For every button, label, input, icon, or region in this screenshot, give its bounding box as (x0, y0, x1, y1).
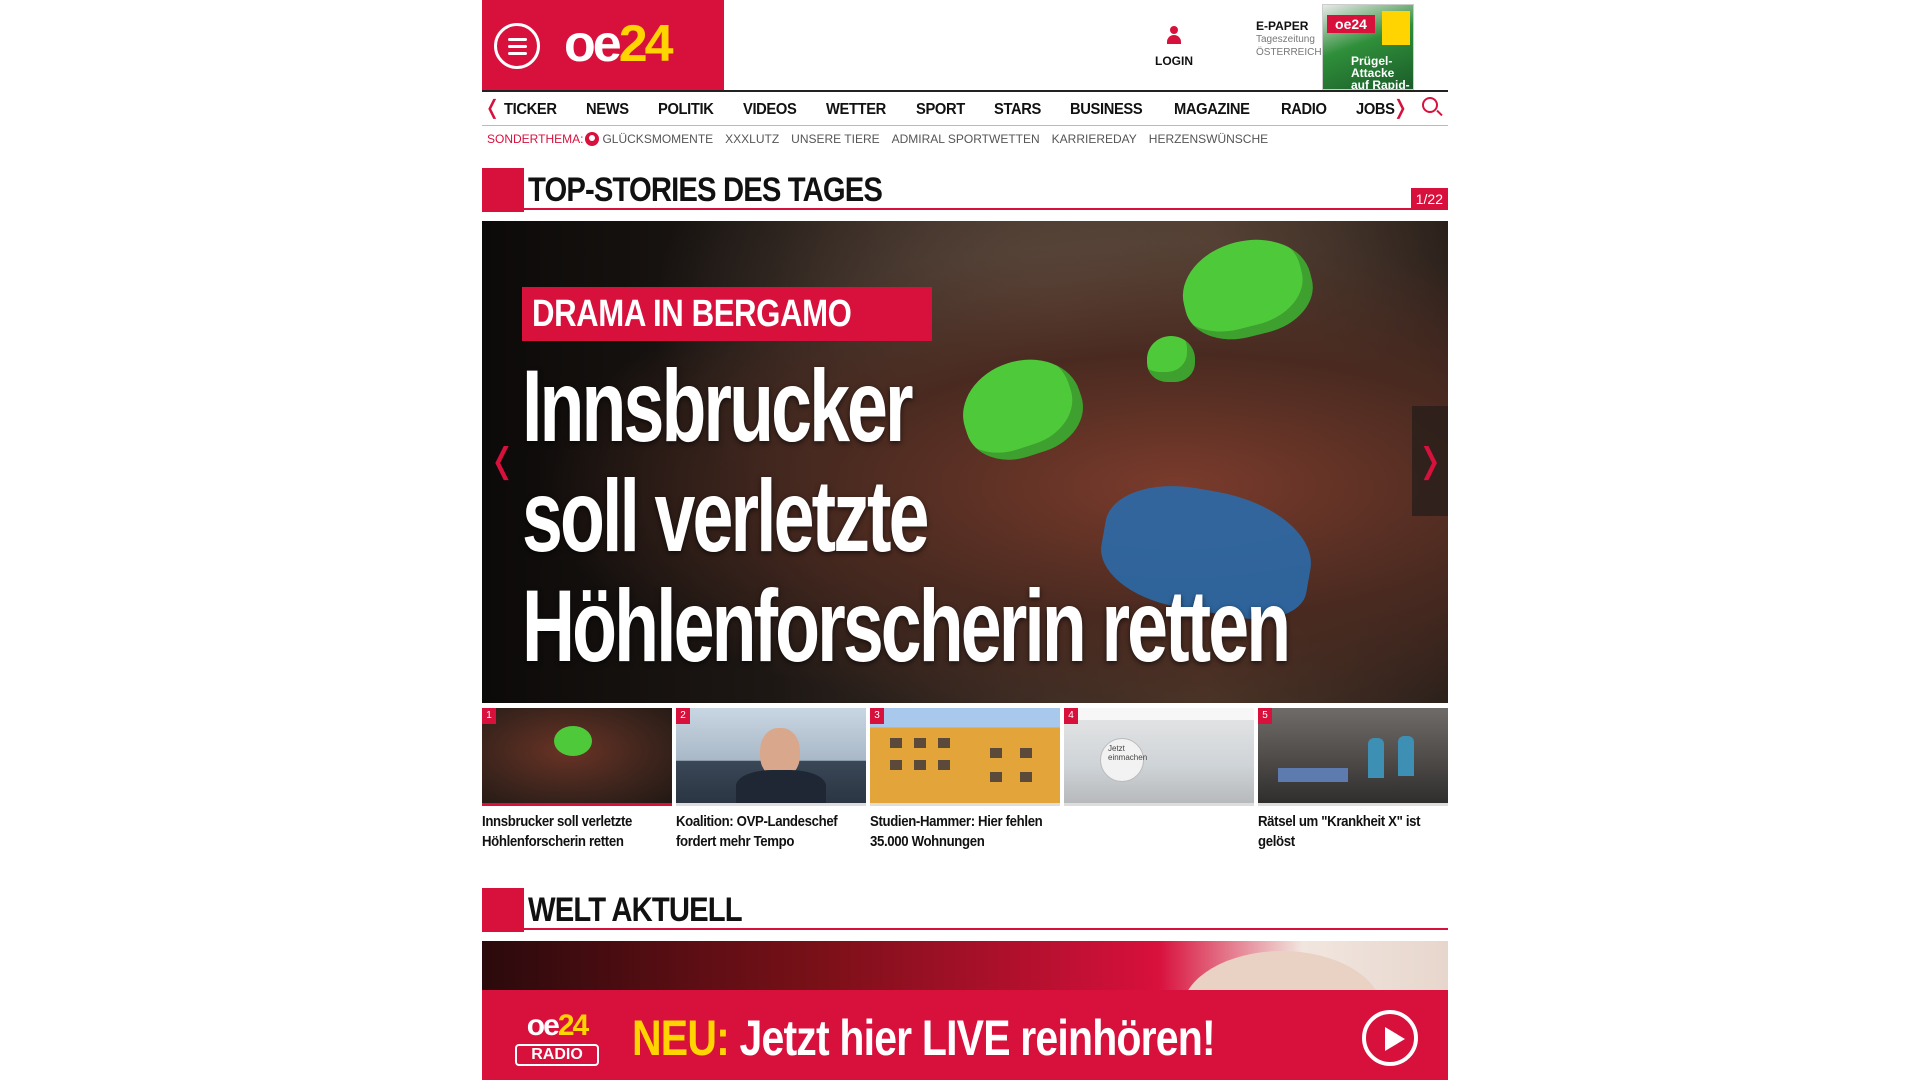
hero-headline-line: Höhlenforscherin retten (522, 569, 1291, 683)
main-navigation: ❬ TICKER NEWS POLITIK VIDEOS WETTER SPOR… (482, 90, 1448, 126)
section-marker (482, 888, 524, 932)
top-stories-header: TOP-STORIES DES TAGES 1/22 (482, 168, 1448, 212)
story-thumbnail[interactable]: Jetzt einmachen 4 (1064, 708, 1254, 812)
thumbnail-image: Jetzt einmachen 4 (1064, 708, 1254, 803)
story-thumbnail[interactable]: 5 Rätsel um "Krankheit X" ist gelöst (1258, 708, 1448, 852)
section-title: WELT AKTUELL (528, 891, 743, 929)
thumbnail-image: 2 (676, 708, 866, 803)
slide-counter: 1/22 (1410, 188, 1448, 210)
epaper-cover-teaser (1382, 11, 1410, 45)
special-topics-bar: SONDERTHEMA: GLÜCKSMOMENTE XXXLUTZ UNSER… (487, 130, 1280, 148)
radio-banner-text: NEU: Jetzt hier LIVE reinhören! (632, 1010, 1216, 1066)
thumbnail-image: 1 (482, 708, 672, 803)
chevron-right-icon[interactable]: ❭ (1392, 96, 1409, 120)
topic-karriereday[interactable]: KARRIEREDAY (1052, 132, 1137, 146)
story-thumbnails: 1 Innsbrucker soll verletzte Höhlenforsc… (482, 708, 1448, 858)
hero-headline[interactable]: Innsbrucker soll verletzte Höhlenforsche… (522, 351, 1442, 681)
epaper-title: E-PAPER (1256, 19, 1309, 33)
page: oe24 LOGIN E-PAPER Tageszeitung ÖSTERREI… (482, 0, 1448, 1080)
topic-gluecksmomente[interactable]: GLÜCKSMOMENTE (602, 132, 713, 146)
active-indicator (482, 803, 672, 806)
chevron-left-icon[interactable]: ❬ (484, 96, 501, 120)
thumbnail-number: 3 (870, 708, 884, 724)
nav-item-ticker[interactable]: TICKER (504, 100, 557, 120)
logo-area: oe24 (482, 0, 724, 90)
thumbnail-image-text: Jetzt einmachen (1108, 744, 1148, 762)
epaper-cover-headline: Prügel-Attacke auf Rapid-Star (1351, 54, 1410, 90)
heart-badge-icon (585, 132, 600, 146)
site-logo[interactable]: oe24 (564, 14, 674, 74)
user-icon (1165, 26, 1183, 46)
epaper-link[interactable]: E-PAPER Tageszeitung ÖSTERREICH (1256, 19, 1322, 59)
section-marker (482, 168, 524, 212)
hero-story[interactable]: DRAMA IN BERGAMO Innsbrucker soll verlet… (482, 221, 1448, 703)
slider-next-icon[interactable]: ❭ (1412, 406, 1448, 516)
hamburger-menu-icon[interactable] (494, 23, 540, 69)
hero-kicker: DRAMA IN BERGAMO (522, 287, 932, 341)
story-thumbnail[interactable]: 2 Koalition: OVP-Landeschef fordert mehr… (676, 708, 866, 852)
section-title: TOP-STORIES DES TAGES (528, 171, 883, 209)
section-rule (524, 208, 1448, 210)
nav-item-stars[interactable]: STARS (994, 100, 1041, 120)
thumbnail-number: 4 (1064, 708, 1078, 724)
thumbnail-number: 1 (482, 708, 496, 724)
welt-aktuell-lead-image[interactable] (482, 941, 1448, 991)
hero-image-helmet (1172, 226, 1322, 351)
topic-xxxlutz[interactable]: XXXLUTZ (725, 132, 779, 146)
special-topics-label: SONDERTHEMA: (487, 132, 584, 146)
epaper-subtitle: Tageszeitung (1256, 34, 1315, 45)
site-header: oe24 LOGIN E-PAPER Tageszeitung ÖSTERREI… (482, 0, 1448, 90)
radio-logo-badge: RADIO (515, 1044, 599, 1066)
nav-item-politik[interactable]: POLITIK (658, 100, 714, 120)
login-label: LOGIN (1155, 54, 1193, 68)
slider-prev-icon[interactable]: ❬ (488, 441, 517, 481)
hero-headline-line: soll verletzte (522, 459, 929, 573)
nav-item-wetter[interactable]: WETTER (826, 100, 886, 120)
thumbnail-number: 5 (1258, 708, 1272, 724)
welt-aktuell-header: WELT AKTUELL (482, 888, 1448, 932)
thumbnail-caption: Studien-Hammer: Hier fehlen 35.000 Wohnu… (870, 813, 1043, 850)
thumbnail-caption: Innsbrucker soll verletzte Höhlenforsche… (482, 813, 633, 850)
topic-unsere-tiere[interactable]: UNSERE TIERE (791, 132, 879, 146)
thumbnail-number: 2 (676, 708, 690, 724)
thumbnail-image: 5 (1258, 708, 1448, 803)
story-thumbnail[interactable]: 1 Innsbrucker soll verletzte Höhlenforsc… (482, 708, 672, 852)
epaper-cover-masthead: oe24 (1327, 15, 1375, 33)
nav-item-business[interactable]: BUSINESS (1070, 100, 1143, 120)
hero-headline-line: Innsbrucker (522, 349, 914, 463)
nav-item-radio[interactable]: RADIO (1281, 100, 1327, 120)
radio-banner[interactable]: oe24 RADIO NEU: Jetzt hier LIVE reinhöre… (482, 990, 1448, 1080)
thumbnail-caption: Rätsel um "Krankheit X" ist gelöst (1258, 813, 1421, 850)
epaper-country: ÖSTERREICH (1256, 47, 1322, 58)
thumbnail-caption: Koalition: OVP-Landeschef fordert mehr T… (676, 813, 838, 850)
topic-herzenswuensche[interactable]: HERZENSWÜNSCHE (1149, 132, 1268, 146)
story-thumbnail[interactable]: 3 Studien-Hammer: Hier fehlen 35.000 Woh… (870, 708, 1060, 852)
nav-item-magazine[interactable]: MAGAZINE (1174, 100, 1250, 120)
play-icon[interactable] (1362, 1010, 1418, 1066)
nav-items: TICKER NEWS POLITIK VIDEOS WETTER SPORT … (504, 100, 1423, 120)
nav-item-sport[interactable]: SPORT (916, 100, 965, 120)
nav-item-jobs[interactable]: JOBS (1356, 100, 1395, 120)
nav-item-videos[interactable]: VIDEOS (743, 100, 797, 120)
topic-admiral-sportwetten[interactable]: ADMIRAL SPORTWETTEN (892, 132, 1040, 146)
radio-logo: oe24 RADIO (512, 1010, 602, 1074)
epaper-cover-thumbnail[interactable]: oe24 Prügel-Attacke auf Rapid-Star (1322, 4, 1414, 90)
nav-item-news[interactable]: NEWS (586, 100, 629, 120)
section-rule (524, 928, 1448, 930)
thumbnail-image: 3 (870, 708, 1060, 803)
search-icon[interactable] (1422, 97, 1438, 113)
login-button[interactable]: LOGIN (1154, 26, 1194, 70)
